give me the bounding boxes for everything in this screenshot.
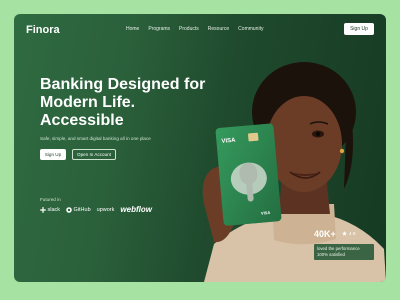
brand-slack-label: slack [47, 206, 61, 213]
open-account-button[interactable]: Open In Account [72, 149, 116, 160]
brand-upwork: upwork [97, 207, 115, 213]
hero-subtext: Safe, simple, and smart digital banking … [40, 136, 151, 141]
hero-signup-button[interactable]: Sign Up [40, 149, 66, 160]
card-visa-label: VISA [221, 138, 236, 145]
nav-item-programs[interactable]: Programs [148, 26, 170, 32]
card-visa-small: VISA [261, 210, 271, 216]
nav-item-home[interactable]: Home [126, 26, 139, 32]
brand-webflow: webflow [120, 205, 152, 214]
nav-signup-button[interactable]: Sign Up [344, 23, 374, 35]
star-icon [342, 231, 347, 236]
users-count: 40K+ [314, 229, 336, 239]
brand-logo[interactable]: Finora [26, 24, 60, 36]
featured-brands: slack GitHub upwork webflow [40, 205, 152, 214]
main-nav: Home Programs Products Resource Communit… [126, 26, 263, 32]
nav-item-products[interactable]: Products [179, 26, 199, 32]
brand-slack: slack [40, 206, 61, 213]
brand-upwork-label: upwork [96, 206, 115, 213]
rating-value: 4.9 [349, 231, 356, 236]
brand-webflow-label: webflow [120, 205, 152, 214]
satisfaction-box: loved the performance 100% satisfied [314, 244, 374, 260]
nav-item-resource[interactable]: Resource [208, 26, 229, 32]
satisfaction-line-2: 100% satisfied [317, 251, 345, 257]
nav-item-community[interactable]: Community [238, 26, 263, 32]
github-icon [66, 206, 72, 213]
brand-github-label: GitHub [73, 206, 91, 213]
rating: 4.9 [342, 231, 355, 236]
slack-icon [40, 206, 46, 213]
featured-label: Futured in [40, 197, 61, 202]
brand-github: GitHub [66, 207, 91, 213]
hero-frame: Finora Home Programs Products Resource C… [14, 14, 386, 282]
